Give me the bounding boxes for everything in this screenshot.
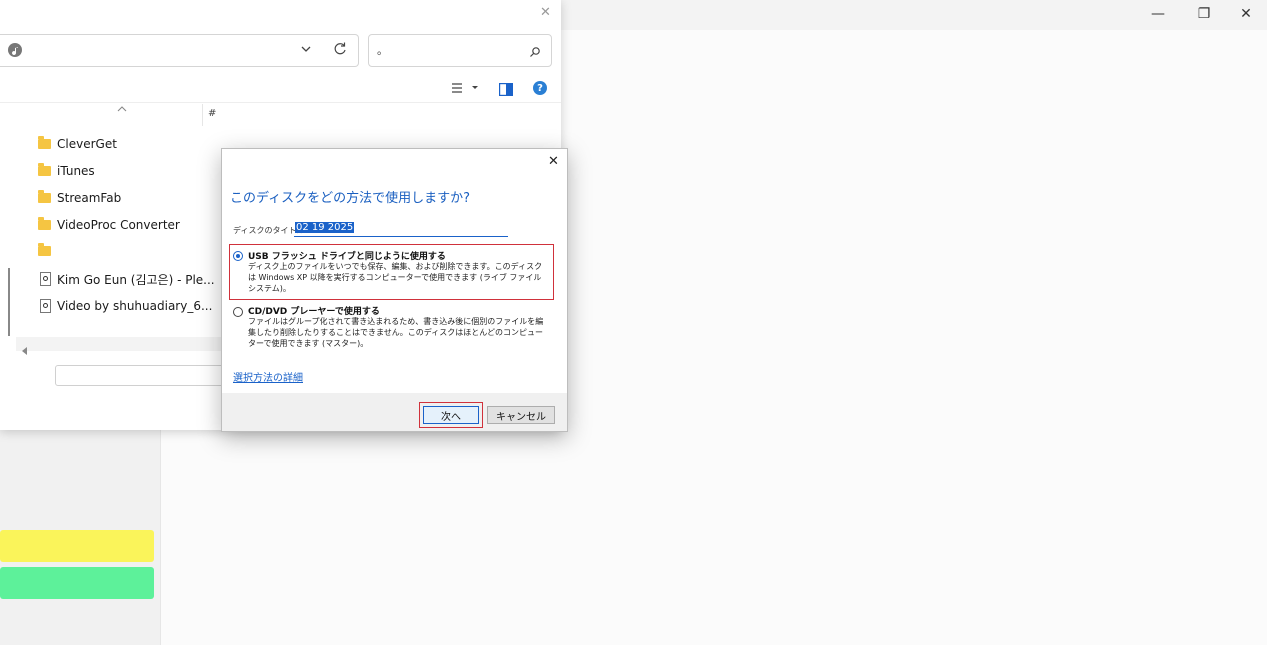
folder-icon <box>38 217 51 230</box>
chevron-down-icon[interactable] <box>300 41 312 60</box>
folder-icon <box>38 243 51 256</box>
media-file-icon <box>40 272 51 286</box>
minimize-icon: — <box>1151 6 1165 22</box>
list-item[interactable]: CleverGet <box>38 135 117 153</box>
search-value: 。 <box>377 44 388 57</box>
folder-icon <box>38 163 51 176</box>
column-divider <box>202 104 203 126</box>
column-header[interactable]: # <box>208 108 216 119</box>
list-item-label: VideoProc Converter <box>57 218 180 232</box>
dialog-footer: 次へ キャンセル <box>222 393 567 431</box>
option-usb-description: ディスク上のファイルをいつでも保存、編集、および削除できます。このディスクは W… <box>248 262 543 293</box>
dialog-close-icon[interactable]: ✕ <box>548 154 559 169</box>
list-item-label: Kim Go Eun (김고은) - Ple... <box>57 272 215 287</box>
background-sidebar <box>0 430 161 645</box>
disc-title-input[interactable]: 02 19 2025 <box>294 219 508 237</box>
divider <box>0 102 561 103</box>
list-item[interactable]: VideoProc Converter <box>38 216 180 234</box>
minimize-button[interactable]: — <box>1138 0 1178 28</box>
folder-icon <box>38 190 51 203</box>
horizontal-scrollbar[interactable] <box>16 337 222 355</box>
music-icon <box>8 43 22 57</box>
list-item[interactable]: Video by shuhuadiary_6... <box>40 297 212 315</box>
list-item[interactable] <box>38 242 57 260</box>
list-item-label: CleverGet <box>57 137 117 151</box>
sort-up-icon[interactable] <box>117 98 127 117</box>
media-file-icon <box>40 299 51 313</box>
restore-icon: ❐ <box>1197 6 1211 22</box>
help-icon[interactable]: ? <box>533 81 547 95</box>
yellow-bar[interactable] <box>0 530 154 562</box>
list-item-label: StreamFab <box>57 191 122 205</box>
cancel-button[interactable]: キャンセル <box>487 406 555 424</box>
folder-icon <box>38 136 51 149</box>
refresh-icon[interactable] <box>333 41 347 61</box>
list-item-label: Video by shuhuadiary_6... <box>57 299 213 313</box>
preview-pane-icon[interactable] <box>499 81 514 100</box>
list-item[interactable]: StreamFab <box>38 189 121 207</box>
option-cd-dvd-description: ファイルはグループ化されて書き込まれるため、書き込み後に個別のファイルを編集した… <box>248 317 544 348</box>
dialog-title: このディスクをどの方法で使用しますか? <box>230 191 470 206</box>
background-titlebar: — ❐ ✕ <box>560 0 1267 30</box>
next-button[interactable]: 次へ <box>423 406 479 424</box>
restore-button[interactable]: ❐ <box>1184 0 1224 28</box>
close-icon: ✕ <box>1240 6 1252 22</box>
filename-field[interactable] <box>55 365 227 386</box>
radio-usb[interactable] <box>233 251 243 261</box>
search-icon <box>529 43 541 62</box>
list-item-label: iTunes <box>57 164 95 178</box>
help-link[interactable]: 選択方法の詳細 <box>233 369 303 384</box>
list-item[interactable]: Kim Go Eun (김고은) - Ple... <box>40 270 215 288</box>
disc-format-dialog: ✕ このディスクをどの方法で使用しますか? ディスクのタイトル: 02 19 2… <box>221 148 568 432</box>
disc-title-value: 02 19 2025 <box>295 222 355 233</box>
close-button[interactable]: ✕ <box>1226 0 1266 28</box>
view-options-icon[interactable] <box>451 80 479 99</box>
explorer-close-icon[interactable]: ✕ <box>540 5 551 20</box>
radio-cd-dvd[interactable] <box>233 307 243 317</box>
scroll-left-icon[interactable] <box>22 340 28 359</box>
search-input[interactable]: 。 <box>368 34 552 67</box>
scrollbar-thumb[interactable] <box>8 268 10 336</box>
address-bar[interactable] <box>0 34 359 67</box>
green-bar[interactable] <box>0 567 154 599</box>
list-item[interactable]: iTunes <box>38 162 95 180</box>
